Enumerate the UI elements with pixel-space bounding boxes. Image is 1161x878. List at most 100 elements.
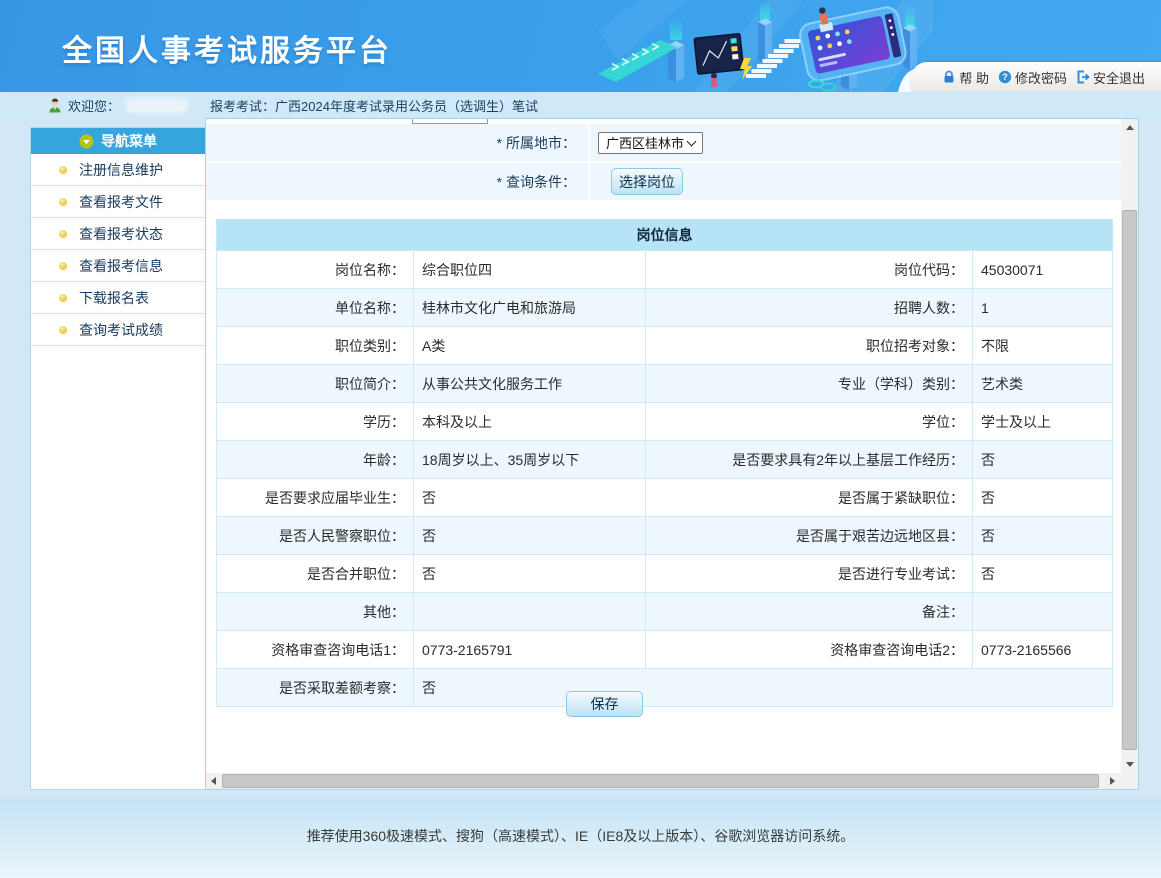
- footer: 推荐使用360极速模式、搜狗（高速模式）、IE（IE8及以上版本）、谷歌浏览器访…: [0, 799, 1161, 878]
- nav-menu-icon: [79, 134, 94, 149]
- sidebar-item-label: 注册信息维护: [79, 160, 163, 180]
- field-label: 专业（学科）类别：: [646, 365, 973, 403]
- bullet-icon: [59, 294, 67, 302]
- table-row: 年龄：18周岁以上、35周岁以下是否要求具有2年以上基层工作经历：否: [217, 441, 1113, 479]
- field-label: 是否要求具有2年以上基层工作经历：: [646, 441, 973, 479]
- sidebar-item[interactable]: 查询考试成绩: [31, 314, 205, 346]
- field-value: [973, 593, 1113, 631]
- sidebar-item[interactable]: 注册信息维护: [31, 154, 205, 186]
- sidebar-header-label: 导航菜单: [101, 131, 157, 151]
- field-label: 是否采取差额考察：: [217, 669, 414, 707]
- browser-recommendation: 推荐使用360极速模式、搜狗（高速模式）、IE（IE8及以上版本）、谷歌浏览器访…: [0, 799, 1161, 846]
- save-button[interactable]: 保存: [566, 691, 643, 717]
- field-value: 本科及以上: [414, 403, 646, 441]
- city-label: * 所属地市：: [206, 124, 590, 161]
- bullet-icon: [59, 166, 67, 174]
- city-select[interactable]: 广西区桂林市: [598, 132, 703, 154]
- sidebar-item-label: 查询考试成绩: [79, 320, 163, 340]
- scroll-right-arrow[interactable]: [1105, 773, 1119, 789]
- city-form-row: * 所属地市： 广西区桂林市: [206, 124, 1121, 161]
- table-row: 职位简介：从事公共文化服务工作专业（学科）类别：艺术类: [217, 365, 1113, 403]
- sidebar-item[interactable]: 查看报考信息: [31, 250, 205, 282]
- table-row: 职位类别：A类职位招考对象：不限: [217, 327, 1113, 365]
- field-label: 是否进行专业考试：: [646, 555, 973, 593]
- table-row: 学历：本科及以上学位：学士及以上: [217, 403, 1113, 441]
- question-icon: ?: [998, 70, 1012, 84]
- exam-prefix: 报考考试：: [210, 96, 275, 115]
- sidebar-menu-items: 注册信息维护查看报考文件查看报考状态查看报考信息下载报名表查询考试成绩: [31, 154, 205, 346]
- field-label: 备注：: [646, 593, 973, 631]
- field-value: 45030071: [973, 251, 1113, 289]
- query-label: * 查询条件：: [206, 163, 590, 200]
- field-label: 岗位名称：: [217, 251, 414, 289]
- sidebar-item[interactable]: 下载报名表: [31, 282, 205, 314]
- field-value: 0773-2165566: [973, 631, 1113, 669]
- field-value: 从事公共文化服务工作: [414, 365, 646, 403]
- bullet-icon: [59, 262, 67, 270]
- table-row: 是否合并职位：否是否进行专业考试：否: [217, 555, 1113, 593]
- field-label: 学位：: [646, 403, 973, 441]
- triangle-down-icon: [1126, 762, 1134, 767]
- sidebar-item-label: 查看报考文件: [79, 192, 163, 212]
- svg-text:?: ?: [1002, 72, 1008, 82]
- horizontal-scrollbar[interactable]: [206, 773, 1121, 789]
- logout-label: 安全退出: [1093, 68, 1145, 87]
- field-value: 桂林市文化广电和旅游局: [414, 289, 646, 327]
- field-label: 是否属于艰苦边远地区县：: [646, 517, 973, 555]
- horizontal-scrollbar-thumb[interactable]: [222, 774, 1099, 788]
- field-label: 职位招考对象：: [646, 327, 973, 365]
- header-actions: 帮 助 ? 修改密码 安全退出: [911, 62, 1161, 92]
- table-row: 是否人民警察职位：否是否属于艰苦边远地区县：否: [217, 517, 1113, 555]
- content-area: * 所属地市： 广西区桂林市 * 查询条件： 选择岗位 岗位信息: [206, 119, 1121, 773]
- logout-button[interactable]: 安全退出: [1076, 68, 1145, 87]
- sidebar-item[interactable]: 查看报考状态: [31, 218, 205, 250]
- scroll-down-arrow[interactable]: [1121, 756, 1138, 773]
- triangle-up-icon: [1126, 125, 1134, 130]
- field-label: 其他：: [217, 593, 414, 631]
- user-avatar-icon: [48, 98, 62, 113]
- triangle-left-icon: [211, 777, 216, 785]
- field-label: 资格审查咨询电话1：: [217, 631, 414, 669]
- help-button[interactable]: 帮 助: [942, 68, 989, 87]
- query-form-row: * 查询条件： 选择岗位: [206, 163, 1121, 200]
- sidebar: 导航菜单 注册信息维护查看报考文件查看报考状态查看报考信息下载报名表查询考试成绩: [30, 127, 206, 790]
- field-value: 18周岁以上、35周岁以下: [414, 441, 646, 479]
- sidebar-item[interactable]: 查看报考文件: [31, 186, 205, 218]
- sidebar-item-label: 下载报名表: [79, 288, 149, 308]
- field-value: 学士及以上: [973, 403, 1113, 441]
- field-value: 否: [414, 479, 646, 517]
- field-label: 招聘人数：: [646, 289, 973, 327]
- field-value: 不限: [973, 327, 1113, 365]
- exam-name: 广西2024年度考试录用公务员（选调生）笔试: [275, 96, 538, 115]
- triangle-right-icon: [1110, 777, 1115, 785]
- sidebar-item-label: 查看报考信息: [79, 256, 163, 276]
- username-redacted: [126, 98, 188, 113]
- field-label: 单位名称：: [217, 289, 414, 327]
- field-value: 否: [973, 555, 1113, 593]
- scrollbar-corner: [1121, 773, 1138, 789]
- position-info-table: 岗位信息 岗位名称：综合职位四岗位代码：45030071单位名称：桂林市文化广电…: [216, 219, 1113, 707]
- table-row: 其他： 备注：: [217, 593, 1113, 631]
- field-value: 否: [973, 441, 1113, 479]
- bullet-icon: [59, 198, 67, 206]
- field-value: [414, 593, 646, 631]
- header: 全国人事考试服务平台 帮 助 ? 修改密码: [0, 0, 1161, 92]
- change-password-label: 修改密码: [1015, 68, 1067, 87]
- field-value: 否: [414, 517, 646, 555]
- scroll-up-arrow[interactable]: [1121, 119, 1138, 136]
- logout-icon: [1076, 70, 1090, 84]
- field-value: 1: [973, 289, 1113, 327]
- select-position-button[interactable]: 选择岗位: [611, 168, 683, 195]
- field-label: 职位类别：: [217, 327, 414, 365]
- field-label: 是否合并职位：: [217, 555, 414, 593]
- sidebar-header[interactable]: 导航菜单: [31, 128, 205, 154]
- vertical-scrollbar[interactable]: [1121, 119, 1138, 773]
- table-title: 岗位信息: [217, 220, 1113, 251]
- city-select-value: 广西区桂林市: [606, 133, 684, 152]
- scroll-left-arrow[interactable]: [206, 773, 220, 789]
- content-frame: * 所属地市： 广西区桂林市 * 查询条件： 选择岗位 岗位信息: [205, 118, 1139, 790]
- field-label: 年龄：: [217, 441, 414, 479]
- vertical-scrollbar-thumb[interactable]: [1122, 210, 1137, 750]
- change-password-button[interactable]: ? 修改密码: [998, 68, 1067, 87]
- table-row: 资格审查咨询电话1：0773-2165791资格审查咨询电话2：0773-216…: [217, 631, 1113, 669]
